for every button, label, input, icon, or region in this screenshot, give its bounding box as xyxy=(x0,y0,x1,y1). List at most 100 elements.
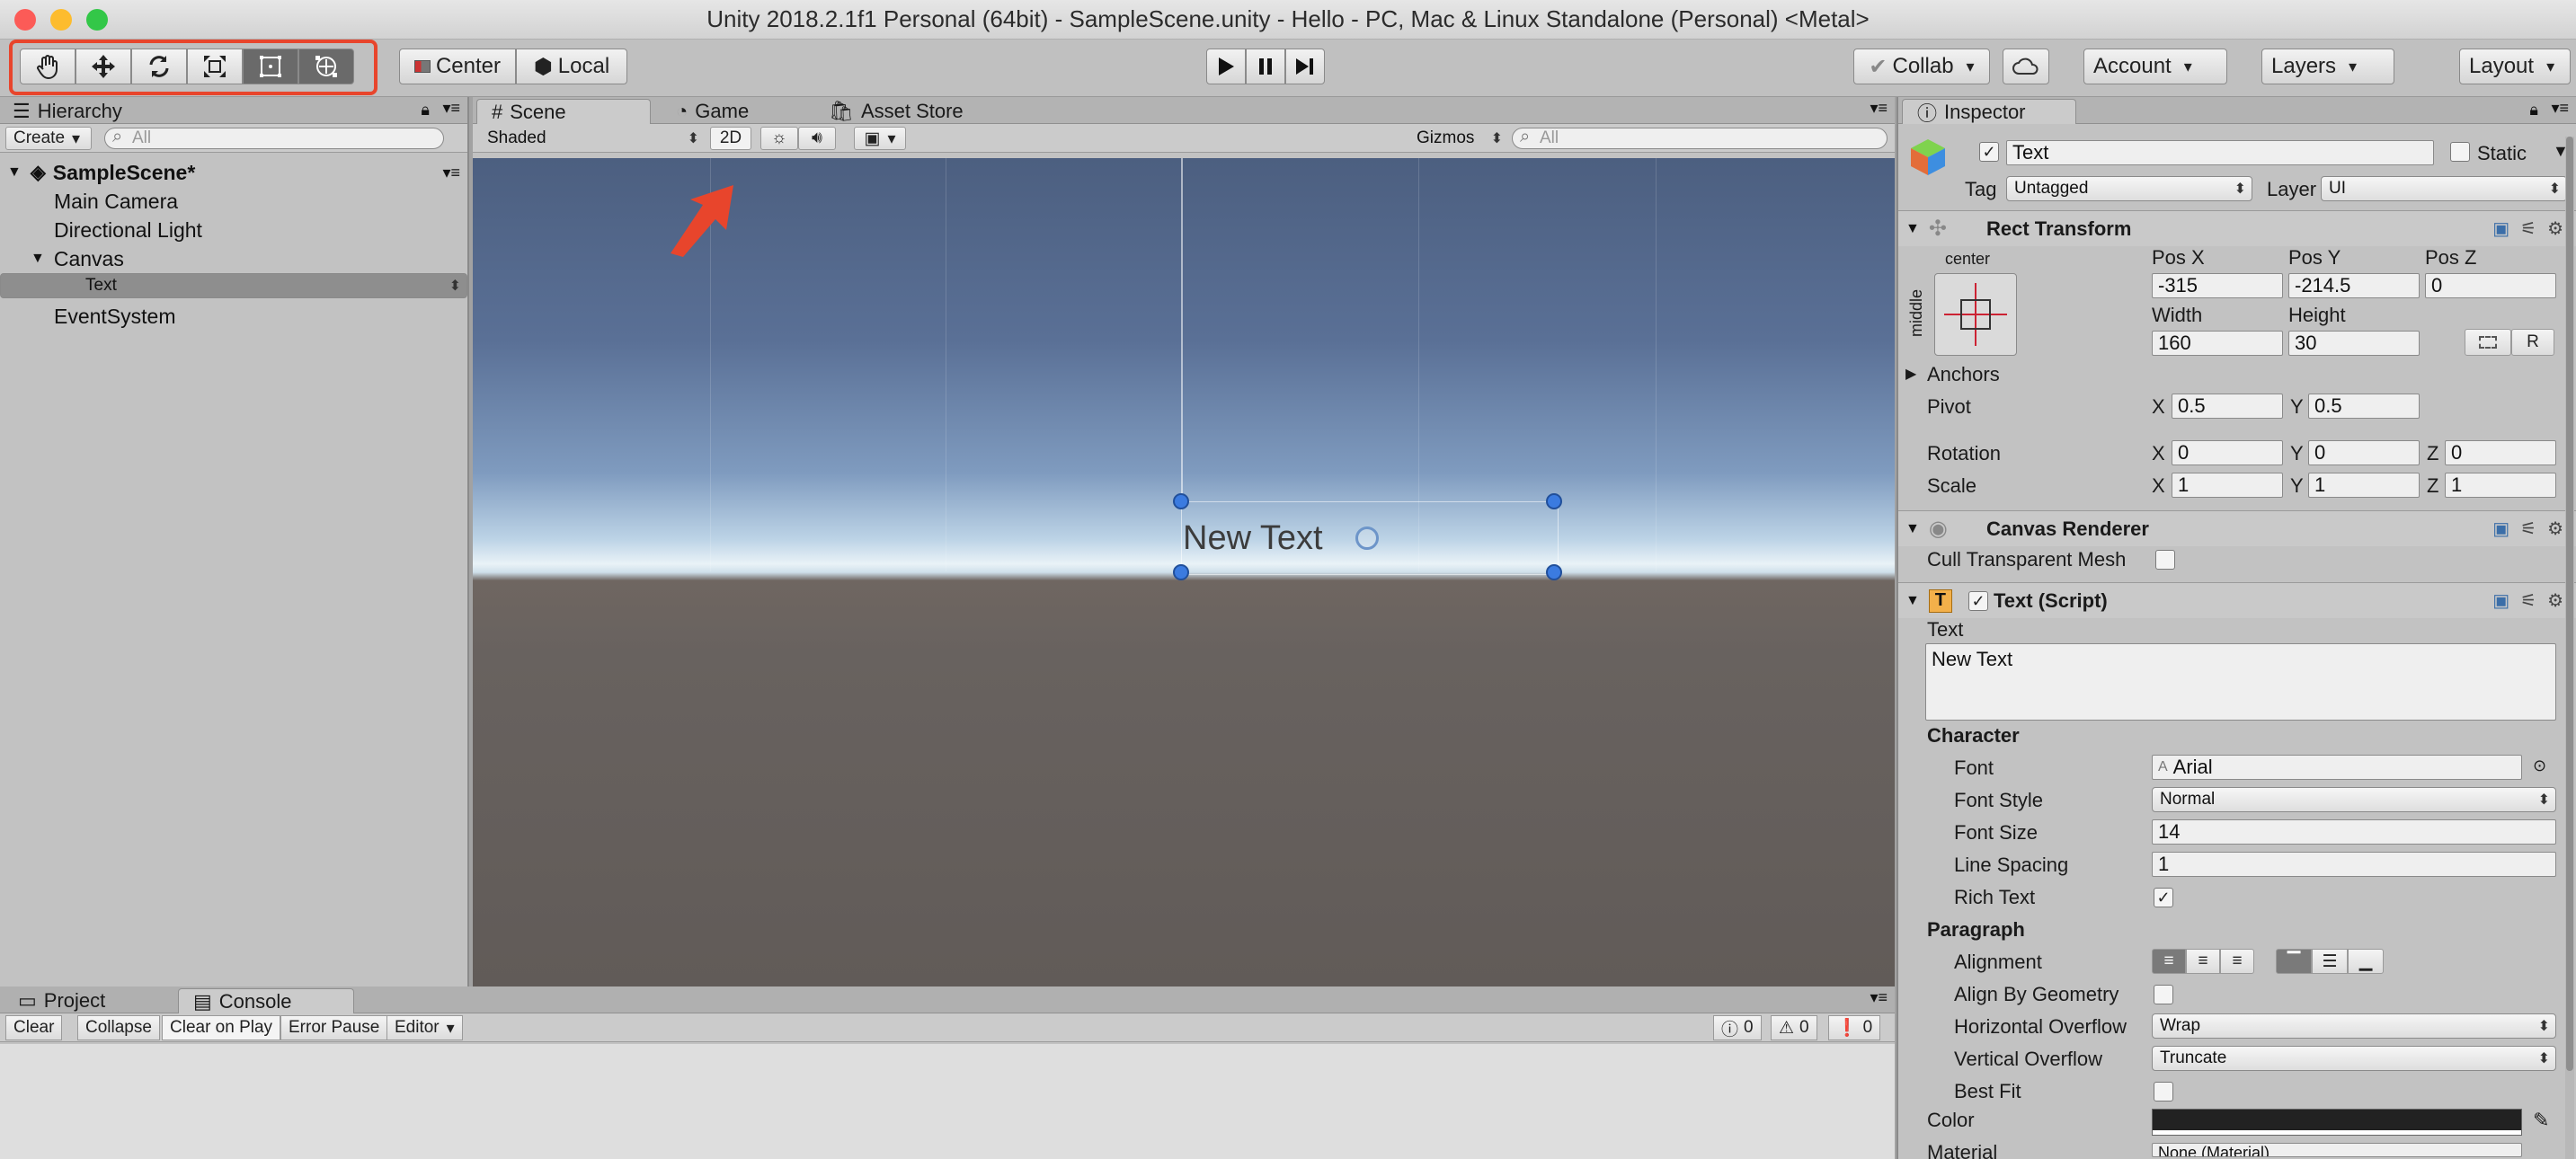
height-field[interactable]: 30 xyxy=(2288,331,2420,356)
effects-dropdown[interactable]: ▣ xyxy=(854,127,906,150)
create-dropdown[interactable]: Create xyxy=(5,127,92,150)
pivot-x-field[interactable]: 0.5 xyxy=(2172,394,2283,419)
expand-arrow-icon[interactable]: ▼ xyxy=(31,251,45,267)
panel-menu-icon[interactable]: ▾≡ xyxy=(1870,988,1888,1007)
close-window-button[interactable] xyxy=(14,9,36,31)
toggle-audio-button[interactable]: 🔊︎ xyxy=(798,127,836,150)
eyedropper-icon[interactable]: ✎ xyxy=(2533,1109,2549,1132)
clear-button[interactable]: Clear xyxy=(5,1015,63,1040)
active-checkbox[interactable]: ✓ xyxy=(1979,142,1999,162)
expand-arrow-icon[interactable]: ▶ xyxy=(1905,365,1916,383)
maximize-window-button[interactable] xyxy=(86,9,108,31)
hierarchy-item-text[interactable]: Text xyxy=(0,273,467,298)
clear-on-play-button[interactable]: Clear on Play xyxy=(162,1015,281,1040)
align-top-button[interactable]: ▔ xyxy=(2276,949,2312,974)
tab-hierarchy[interactable]: ☰ Hierarchy xyxy=(4,99,131,124)
expand-arrow-icon[interactable]: ▼ xyxy=(1905,593,1920,609)
collapse-button[interactable]: Collapse xyxy=(77,1015,160,1040)
resize-handle-top-left[interactable] xyxy=(1173,493,1189,509)
toggle-lighting-button[interactable]: ☼ xyxy=(760,127,798,150)
inspector-scrollbar[interactable] xyxy=(2565,137,2574,1159)
canvas-renderer-header[interactable]: ▼ ◉ Canvas Renderer ▣ ⚟ ⚙ xyxy=(1898,510,2576,546)
rotation-x-field[interactable]: 0 xyxy=(2172,440,2283,465)
editor-dropdown[interactable]: Editor xyxy=(386,1015,463,1040)
console-log-area[interactable] xyxy=(0,1044,1895,1159)
scale-y-field[interactable]: 1 xyxy=(2308,473,2420,498)
text-script-header[interactable]: ▼ T ✓ Text (Script) ▣ ⚟ ⚙ xyxy=(1898,582,2576,618)
toggle-2d-button[interactable]: 2D xyxy=(710,127,751,150)
pos-x-field[interactable]: -315 xyxy=(2152,273,2283,298)
tab-asset-store[interactable]: 🛍︎ Asset Store xyxy=(814,99,978,124)
pivot-y-field[interactable]: 0.5 xyxy=(2308,394,2420,419)
warning-filter-button[interactable]: ⚠ 0 xyxy=(1771,1015,1817,1040)
font-style-dropdown[interactable]: Normal xyxy=(2152,787,2556,812)
pivot-local-button[interactable]: ⬢ Local xyxy=(516,49,627,84)
expand-arrow-icon[interactable]: ▼ xyxy=(7,164,22,181)
hierarchy-search-input[interactable]: All xyxy=(104,127,444,149)
cull-transparent-mesh-checkbox[interactable] xyxy=(2155,550,2175,570)
help-book-icon[interactable]: ▣ xyxy=(2492,589,2509,612)
collab-dropdown[interactable]: ✔ Collab xyxy=(1853,49,1990,84)
layers-dropdown[interactable]: Layers xyxy=(2261,49,2394,84)
align-left-button[interactable]: ≡ xyxy=(2152,949,2186,974)
scrollbar-thumb[interactable] xyxy=(2566,137,2573,1071)
pos-z-field[interactable]: 0 xyxy=(2425,273,2556,298)
preset-icon[interactable]: ⚟ xyxy=(2520,518,2536,540)
preset-icon[interactable]: ⚟ xyxy=(2520,589,2536,612)
rich-text-checkbox[interactable]: ✓ xyxy=(2154,888,2173,907)
object-picker-icon[interactable]: ⊙ xyxy=(2533,756,2546,775)
resize-handle-bottom-left[interactable] xyxy=(1173,564,1189,580)
horizontal-overflow-dropdown[interactable]: Wrap xyxy=(2152,1013,2556,1039)
lock-icon[interactable]: 🔒︎ xyxy=(421,101,430,119)
scene-menu-icon[interactable]: ▾≡ xyxy=(442,164,460,182)
font-size-field[interactable]: 14 xyxy=(2152,819,2556,845)
font-object-field[interactable]: A Arial xyxy=(2152,755,2522,780)
align-middle-button[interactable]: ☰ xyxy=(2312,949,2348,974)
text-enabled-checkbox[interactable]: ✓ xyxy=(1968,591,1988,611)
shading-mode-dropdown[interactable]: Shaded xyxy=(480,126,705,151)
anchor-presets-button[interactable] xyxy=(1934,273,2017,356)
help-book-icon[interactable]: ▣ xyxy=(2492,217,2509,240)
rect-transform-header[interactable]: ▼ ✣ Rect Transform ▣ ⚟ ⚙ xyxy=(1898,210,2576,246)
tab-inspector[interactable]: ⓘ Inspector xyxy=(1902,99,2076,125)
resize-handle-bottom-right[interactable] xyxy=(1546,564,1562,580)
help-book-icon[interactable]: ▣ xyxy=(2492,518,2509,540)
hierarchy-item-directional-light[interactable]: Directional Light xyxy=(0,216,467,244)
resize-handle-top-right[interactable] xyxy=(1546,493,1562,509)
raw-edit-button[interactable]: R xyxy=(2511,329,2554,356)
tab-console[interactable]: ▤ Console xyxy=(178,988,354,1013)
preset-icon[interactable]: ⚟ xyxy=(2520,217,2536,240)
account-dropdown[interactable]: Account xyxy=(2083,49,2227,84)
hierarchy-item-main-camera[interactable]: Main Camera xyxy=(0,187,467,216)
text-content-area[interactable]: New Text xyxy=(1925,643,2556,721)
scene-root-item[interactable]: ▼ ◈ SampleScene* ▾≡ xyxy=(0,158,467,187)
scene-search-input[interactable]: All xyxy=(1512,127,1888,149)
panel-menu-icon[interactable]: ▾≡ xyxy=(442,99,460,118)
panel-menu-icon[interactable]: ▾≡ xyxy=(1870,99,1888,118)
gizmos-dropdown[interactable]: Gizmos xyxy=(1409,126,1508,151)
error-filter-button[interactable]: ❗ 0 xyxy=(1828,1015,1881,1040)
tag-dropdown[interactable]: Untagged xyxy=(2006,176,2252,201)
component-settings-gear-icon[interactable]: ⚙ xyxy=(2547,518,2563,540)
minimize-window-button[interactable] xyxy=(50,9,72,31)
static-checkbox[interactable] xyxy=(2450,142,2470,162)
step-button[interactable] xyxy=(1285,49,1325,84)
panel-menu-icon[interactable]: ▾≡ xyxy=(2551,99,2569,118)
rotation-z-field[interactable]: 0 xyxy=(2445,440,2556,465)
blueprint-mode-button[interactable] xyxy=(2465,329,2511,356)
component-settings-gear-icon[interactable]: ⚙ xyxy=(2547,217,2563,240)
scale-z-field[interactable]: 1 xyxy=(2445,473,2556,498)
line-spacing-field[interactable]: 1 xyxy=(2152,852,2556,877)
object-name-field[interactable]: Text xyxy=(2006,140,2434,165)
best-fit-checkbox[interactable] xyxy=(2154,1082,2173,1101)
hierarchy-item-eventsystem[interactable]: EventSystem xyxy=(0,302,467,331)
align-bottom-button[interactable]: ▁ xyxy=(2348,949,2384,974)
tab-scene[interactable]: # Scene xyxy=(476,99,651,124)
hierarchy-item-canvas[interactable]: ▼ Canvas xyxy=(0,244,467,273)
material-object-field[interactable]: None (Material) xyxy=(2152,1143,2522,1157)
cloud-button[interactable] xyxy=(2003,49,2049,84)
error-pause-button[interactable]: Error Pause xyxy=(280,1015,388,1040)
pivot-center-button[interactable]: Center xyxy=(399,49,516,84)
expand-arrow-icon[interactable]: ▼ xyxy=(1905,521,1920,537)
layout-dropdown[interactable]: Layout xyxy=(2459,49,2571,84)
